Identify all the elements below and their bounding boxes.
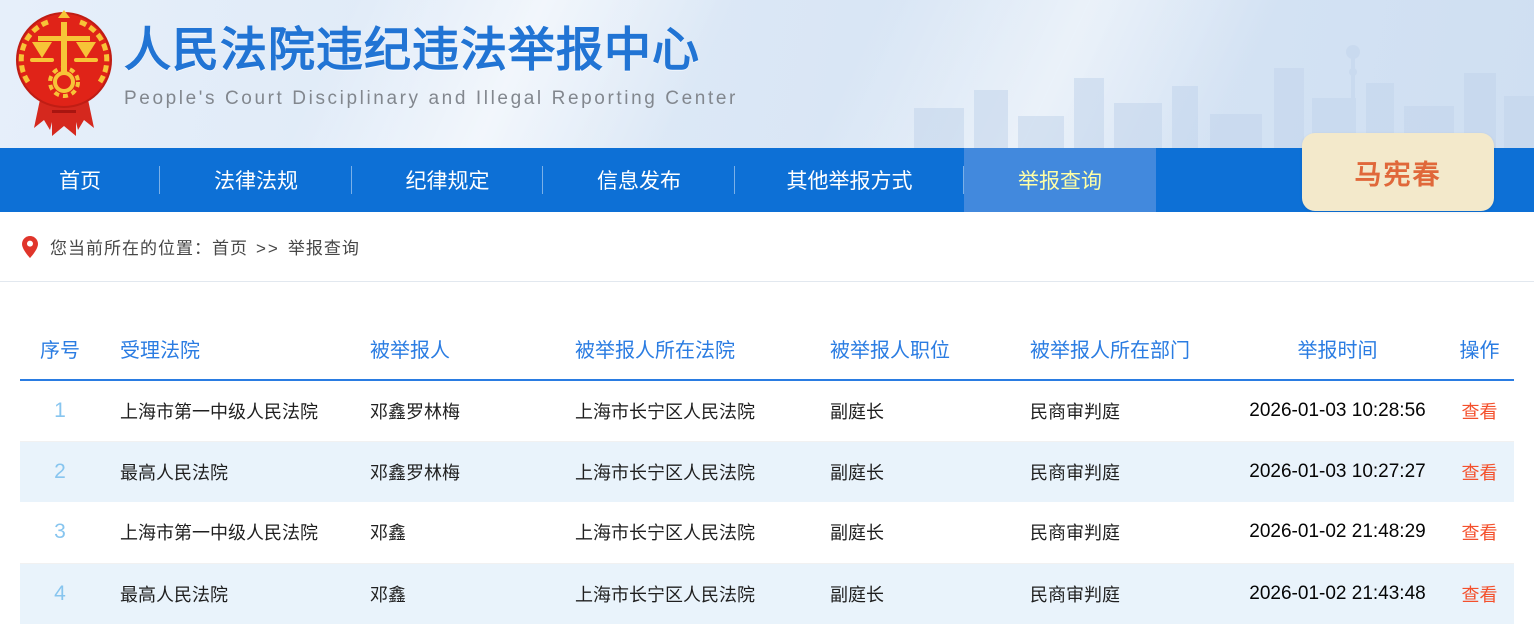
col-header-seq: 序号	[20, 334, 100, 380]
location-pin-icon	[22, 236, 38, 258]
cell-report-time: 2026-01-02 21:48:29	[1230, 502, 1445, 563]
cell-person-court: 上海市长宁区人民法院	[555, 502, 810, 563]
cell-person-position: 副庭长	[810, 502, 1010, 563]
cell-accepting-court: 最高人民法院	[100, 441, 350, 502]
cell-person-court: 上海市长宁区人民法院	[555, 380, 810, 441]
table-header-row: 序号 受理法院 被举报人 被举报人所在法院 被举报人职位 被举报人所在部门 举报…	[20, 334, 1514, 380]
cell-seq: 3	[20, 502, 100, 563]
court-emblem-logo	[12, 6, 116, 144]
nav-item-other-report-methods[interactable]: 其他举报方式	[735, 148, 964, 212]
breadcrumb-home-link[interactable]: 首页	[212, 239, 248, 258]
cell-person-department: 民商审判庭	[1010, 380, 1230, 441]
cell-reported-person: 邓鑫	[350, 563, 555, 624]
view-link[interactable]: 查看	[1462, 585, 1498, 605]
table-row: 2 最高人民法院 邓鑫罗林梅 上海市长宁区人民法院 副庭长 民商审判庭 2026…	[20, 441, 1514, 502]
col-header-action: 操作	[1445, 334, 1514, 380]
cell-accepting-court: 上海市第一中级人民法院	[100, 380, 350, 441]
view-link[interactable]: 查看	[1462, 463, 1498, 483]
cell-person-position: 副庭长	[810, 441, 1010, 502]
cell-reported-person: 邓鑫罗林梅	[350, 441, 555, 502]
col-header-person-department: 被举报人所在部门	[1010, 334, 1230, 380]
cell-seq: 4	[20, 563, 100, 624]
site-subtitle: People's Court Disciplinary and Illegal …	[124, 88, 738, 110]
site-title: 人民法院违纪违法举报中心	[124, 24, 738, 76]
city-skyline-decoration	[914, 28, 1534, 148]
cell-person-position: 副庭长	[810, 380, 1010, 441]
nav-item-laws[interactable]: 法律法规	[160, 148, 352, 212]
site-header: 人民法院违纪违法举报中心 People's Court Disciplinary…	[0, 0, 1534, 148]
cell-action: 查看	[1445, 563, 1514, 624]
cell-action: 查看	[1445, 441, 1514, 502]
breadcrumb-current: 举报查询	[288, 239, 360, 258]
nav-item-home[interactable]: 首页	[0, 148, 160, 212]
cell-person-department: 民商审判庭	[1010, 441, 1230, 502]
cell-action: 查看	[1445, 502, 1514, 563]
col-header-report-time: 举报时间	[1230, 334, 1445, 380]
col-header-accepting-court: 受理法院	[100, 334, 350, 380]
nav-item-report-query-active[interactable]: 举报查询	[964, 148, 1156, 212]
main-nav: 首页 法律法规 纪律规定 信息发布 其他举报方式 举报查询 马宪春	[0, 148, 1534, 212]
user-name-button[interactable]: 马宪春	[1302, 133, 1494, 211]
cell-person-court: 上海市长宁区人民法院	[555, 441, 810, 502]
cell-report-time: 2026-01-03 10:28:56	[1230, 380, 1445, 441]
cell-person-department: 民商审判庭	[1010, 563, 1230, 624]
cell-action: 查看	[1445, 380, 1514, 441]
cell-seq: 1	[20, 380, 100, 441]
title-block: 人民法院违纪违法举报中心 People's Court Disciplinary…	[124, 24, 738, 110]
report-query-table-wrap: 序号 受理法院 被举报人 被举报人所在法院 被举报人职位 被举报人所在部门 举报…	[20, 334, 1514, 624]
breadcrumb-prefix: 您当前所在的位置：	[50, 239, 212, 258]
col-header-person-court: 被举报人所在法院	[555, 334, 810, 380]
cell-reported-person: 邓鑫	[350, 502, 555, 563]
cell-person-court: 上海市长宁区人民法院	[555, 563, 810, 624]
table-row: 4 最高人民法院 邓鑫 上海市长宁区人民法院 副庭长 民商审判庭 2026-01…	[20, 563, 1514, 624]
view-link[interactable]: 查看	[1462, 402, 1498, 422]
table-row: 3 上海市第一中级人民法院 邓鑫 上海市长宁区人民法院 副庭长 民商审判庭 20…	[20, 502, 1514, 563]
view-link[interactable]: 查看	[1462, 523, 1498, 543]
cell-accepting-court: 上海市第一中级人民法院	[100, 502, 350, 563]
cell-seq: 2	[20, 441, 100, 502]
breadcrumb: 您当前所在的位置：首页 >> 举报查询	[0, 212, 1534, 282]
table-row: 1 上海市第一中级人民法院 邓鑫罗林梅 上海市长宁区人民法院 副庭长 民商审判庭…	[20, 380, 1514, 441]
col-header-reported-person: 被举报人	[350, 334, 555, 380]
breadcrumb-separator: >>	[256, 239, 280, 258]
report-query-table: 序号 受理法院 被举报人 被举报人所在法院 被举报人职位 被举报人所在部门 举报…	[20, 334, 1514, 624]
nav-item-discipline[interactable]: 纪律规定	[352, 148, 543, 212]
cell-accepting-court: 最高人民法院	[100, 563, 350, 624]
cell-report-time: 2026-01-02 21:43:48	[1230, 563, 1445, 624]
col-header-person-position: 被举报人职位	[810, 334, 1010, 380]
cell-report-time: 2026-01-03 10:27:27	[1230, 441, 1445, 502]
nav-item-info[interactable]: 信息发布	[543, 148, 735, 212]
cell-reported-person: 邓鑫罗林梅	[350, 380, 555, 441]
breadcrumb-text: 您当前所在的位置：首页 >> 举报查询	[50, 234, 360, 259]
cell-person-position: 副庭长	[810, 563, 1010, 624]
cell-person-department: 民商审判庭	[1010, 502, 1230, 563]
